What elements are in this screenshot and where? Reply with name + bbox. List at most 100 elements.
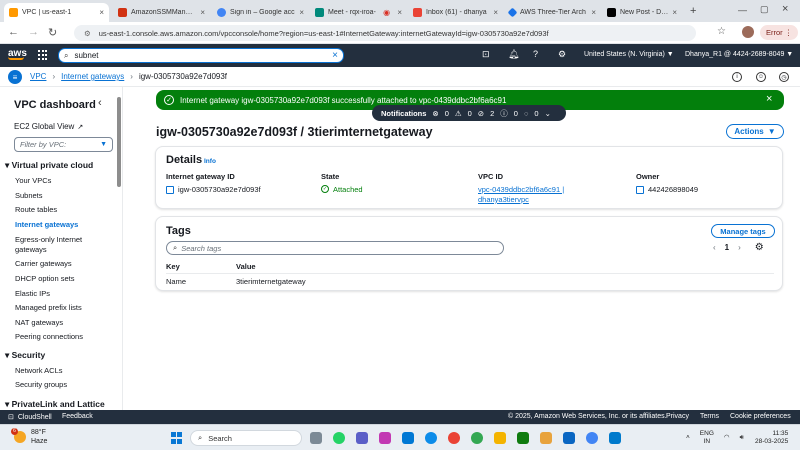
manage-tags-button[interactable]: Manage tags xyxy=(711,224,775,238)
gear-icon[interactable]: ⚙ xyxy=(755,242,764,253)
bell-icon[interactable]: 🔔︎ xyxy=(508,49,519,60)
sidebar-item-egress-only-gateways[interactable]: Egress-only Internet gateways xyxy=(15,235,115,255)
help-icon[interactable]: ? xyxy=(533,49,538,59)
sidebar-item-internet-gateways[interactable]: Internet gateways xyxy=(15,220,115,230)
sidebar-item-subnets[interactable]: Subnets xyxy=(15,191,115,201)
cloudshell-icon[interactable]: ⊡ xyxy=(482,49,490,60)
sidebar-item-dhcp-option-sets[interactable]: DHCP option sets xyxy=(15,274,115,284)
back-icon[interactable]: ← xyxy=(8,26,19,38)
browser-tab[interactable]: AWS Three-Tier Arch × xyxy=(504,3,601,22)
sidebar-section-privatelink[interactable]: ▾ PrivateLink and Lattice xyxy=(5,399,105,410)
close-window-icon[interactable]: × xyxy=(782,3,788,15)
privacy-link[interactable]: Privacy xyxy=(666,413,689,420)
weather-widget[interactable]: 6 88°F Haze xyxy=(11,428,47,446)
close-tab-icon[interactable]: × xyxy=(672,8,677,17)
chevron-left-icon[interactable]: ‹ xyxy=(713,243,716,252)
collapse-sidebar-icon[interactable]: ‹ xyxy=(98,97,102,109)
services-grid-icon[interactable] xyxy=(38,50,48,60)
chevron-down-icon[interactable]: ⌄ xyxy=(545,109,551,118)
clock-icon[interactable]: ◷ xyxy=(779,72,789,82)
close-tab-icon[interactable]: × xyxy=(493,8,498,17)
aws-search-input[interactable]: ⌕ subnet × xyxy=(58,48,344,63)
chrome-icon[interactable] xyxy=(448,432,460,444)
aws-logo[interactable]: aws xyxy=(8,48,27,60)
sidebar-item-route-tables[interactable]: Route tables xyxy=(15,205,115,215)
clear-search-icon[interactable]: × xyxy=(332,50,338,61)
wifi-icon[interactable]: ◠ xyxy=(724,434,730,442)
account-menu[interactable]: Dhanya_R1 @ 4424-2689-8049 ▼ xyxy=(685,51,793,58)
photos-icon[interactable] xyxy=(540,432,552,444)
sidebar-section-security[interactable]: ▾ Security xyxy=(5,350,45,361)
bookmark-star-icon[interactable]: ☆ xyxy=(717,26,726,37)
site-info-icon[interactable]: ⚙ xyxy=(84,29,91,38)
current-page[interactable]: 1 xyxy=(725,243,729,252)
feedback-icon[interactable]: ☺ xyxy=(756,72,766,82)
maximize-icon[interactable]: ▢ xyxy=(760,4,769,15)
gear-icon[interactable]: ⚙ xyxy=(558,49,566,60)
notifications-bar[interactable]: Notifications ⊗ 0 ⚠ 0 ⊘ 2 ⓘ 0 ◌ 0 ⌄ xyxy=(372,105,566,121)
sidebar-section-vpc[interactable]: ▾ Virtual private cloud xyxy=(5,160,93,171)
vpc-filter-select[interactable]: Filter by VPC: ▼ xyxy=(14,137,113,152)
sidebar-item-security-groups[interactable]: Security groups xyxy=(15,380,115,390)
browser-tab[interactable]: Meet - rqx-iroa- ◉ × xyxy=(310,3,407,22)
copy-icon[interactable] xyxy=(166,186,174,194)
sidebar-item-network-acls[interactable]: Network ACLs xyxy=(15,366,115,376)
whatsapp-icon[interactable] xyxy=(333,432,345,444)
info-link[interactable]: Info xyxy=(204,158,216,165)
dismiss-icon[interactable]: × xyxy=(766,93,772,105)
taskbar-search[interactable]: ⌕ Search xyxy=(190,430,302,446)
terms-link[interactable]: Terms xyxy=(700,413,719,420)
menu-icon[interactable]: ≡ xyxy=(8,70,22,84)
store-icon[interactable] xyxy=(517,432,529,444)
file-explorer-icon[interactable] xyxy=(494,432,506,444)
browser-tab[interactable]: AmazonSSMManage × xyxy=(113,3,210,22)
feedback-link[interactable]: Feedback xyxy=(62,413,93,420)
vpc-name-link[interactable]: dhanya3tiervpc xyxy=(478,195,529,205)
reload-icon[interactable]: ↻ xyxy=(48,26,57,39)
url-field[interactable]: ⚙ us-east-1.console.aws.amazon.com/vpcco… xyxy=(74,25,696,41)
sidebar-item-managed-prefix-lists[interactable]: Managed prefix lists xyxy=(15,303,115,313)
close-tab-icon[interactable]: × xyxy=(200,8,205,17)
browser-tab[interactable]: Inbox (61) - dhanya × xyxy=(408,3,503,22)
zoom-icon[interactable] xyxy=(402,432,414,444)
breadcrumb-internet-gateways[interactable]: Internet gateways xyxy=(61,72,124,81)
close-tab-icon[interactable]: × xyxy=(299,8,304,17)
minimize-icon[interactable]: — xyxy=(738,5,747,15)
region-selector[interactable]: United States (N. Virginia) ▼ xyxy=(584,51,674,58)
windows-start-icon[interactable] xyxy=(171,432,183,444)
chrome-alt-icon[interactable] xyxy=(586,432,598,444)
cookie-preferences-link[interactable]: Cookie preferences xyxy=(730,413,791,420)
sidebar-item-nat-gateways[interactable]: NAT gateways xyxy=(15,318,115,328)
tags-search-input[interactable]: ⌕ Search tags xyxy=(166,241,504,255)
linkedin-icon[interactable] xyxy=(563,432,575,444)
cloudshell-link[interactable]: ⊡ CloudShell xyxy=(8,413,52,422)
edge-icon[interactable] xyxy=(425,432,437,444)
forward-icon[interactable]: → xyxy=(28,26,39,38)
sidebar-item-carrier-gateways[interactable]: Carrier gateways xyxy=(15,259,115,269)
volume-icon[interactable]: 🔊︎ xyxy=(740,434,744,442)
actions-button[interactable]: Actions ▼ xyxy=(726,124,784,139)
sidebar-scrollbar[interactable] xyxy=(117,97,121,187)
system-clock[interactable]: 11:35 28-03-2025 xyxy=(755,430,788,446)
task-view-icon[interactable] xyxy=(310,432,322,444)
sidebar-item-ec2-global-view[interactable]: EC2 Global View ↗ xyxy=(14,122,83,131)
sidebar-title[interactable]: VPC dashboard xyxy=(14,99,96,111)
info-icon[interactable]: i xyxy=(732,72,742,82)
vscode-icon[interactable] xyxy=(609,432,621,444)
sidebar-item-your-vpcs[interactable]: Your VPCs xyxy=(15,176,115,186)
browser-tab[interactable]: VPC | us-east-1 × xyxy=(4,3,109,22)
vpc-id-link[interactable]: vpc-0439ddbc2bf6a6c91 | xyxy=(478,185,564,195)
breadcrumb-vpc[interactable]: VPC xyxy=(30,72,46,81)
language-indicator[interactable]: ENG IN xyxy=(700,430,714,446)
chrome-profile-icon[interactable] xyxy=(471,432,483,444)
teams-icon[interactable] xyxy=(356,432,368,444)
close-tab-icon[interactable]: × xyxy=(591,8,596,17)
copilot-icon[interactable] xyxy=(379,432,391,444)
profile-avatar[interactable] xyxy=(742,26,754,38)
chevron-right-icon[interactable]: › xyxy=(738,243,741,252)
close-tab-icon[interactable]: × xyxy=(99,8,104,17)
browser-tab[interactable]: Sign in – Google acc × xyxy=(212,3,309,22)
sidebar-item-elastic-ips[interactable]: Elastic IPs xyxy=(15,289,115,299)
close-tab-icon[interactable]: × xyxy=(397,8,402,17)
chevron-up-icon[interactable]: ˄ xyxy=(686,434,690,442)
